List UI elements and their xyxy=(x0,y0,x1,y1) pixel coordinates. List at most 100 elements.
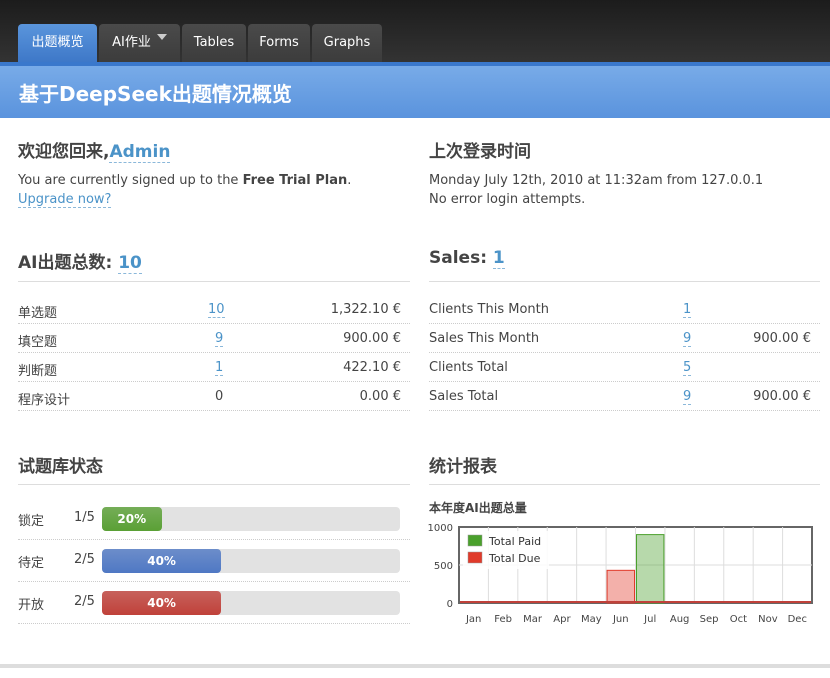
sales-count[interactable]: 1 xyxy=(492,248,505,269)
legend-swatch xyxy=(467,534,483,547)
x-tick-label: Apr xyxy=(553,614,571,625)
x-tick-label: Mar xyxy=(523,614,543,625)
x-tick-label: May xyxy=(581,614,602,625)
row-name: 程序设计 xyxy=(18,393,71,408)
plan-name: Free Trial Plan xyxy=(242,173,348,188)
status-row: 锁定 1/5 20% xyxy=(18,498,410,540)
ai-total-title: AI出题总数: xyxy=(18,253,113,273)
row-count-link[interactable]: 1 xyxy=(683,302,692,318)
status-fraction: 2/5 xyxy=(74,552,95,567)
x-tick-label: Feb xyxy=(494,614,512,625)
y-tick-label: 500 xyxy=(434,561,453,572)
row-count-link[interactable]: 9 xyxy=(215,331,224,347)
top-nav-bar: 出题概览 AI作业 Tables Forms Graphs xyxy=(0,0,830,62)
x-tick-label: Nov xyxy=(758,614,778,625)
upgrade-link[interactable]: Upgrade now? xyxy=(18,192,112,208)
user-link[interactable]: Admin xyxy=(109,142,171,163)
progress-track: 40% xyxy=(102,549,400,573)
legend-swatch xyxy=(467,551,483,564)
divider xyxy=(18,281,410,282)
plan-prefix: You are currently signed up to the xyxy=(18,173,243,188)
row-name: Clients This Month xyxy=(429,302,549,317)
row-name: Sales Total xyxy=(429,389,499,404)
x-tick-label: Aug xyxy=(670,614,690,625)
row-count-link[interactable]: 9 xyxy=(683,331,692,347)
table-row: 单选题 10 1,322.10 € xyxy=(18,295,410,324)
row-name: 判断题 xyxy=(18,364,58,379)
divider xyxy=(429,281,820,282)
row-name: 填空题 xyxy=(18,335,58,350)
status-row: 待定 2/5 40% xyxy=(18,540,410,582)
plan-suffix: . xyxy=(347,173,352,188)
ai-total-heading: AI出题总数: 10 xyxy=(18,248,142,274)
bar-chart: 0 500 1000 Jan Feb Mar Apr May Jun Jul Aug Sep Oct No… xyxy=(428,523,813,625)
row-amount: 900.00 € xyxy=(343,331,401,346)
x-tick-label: Jan xyxy=(465,614,481,625)
table-row: Sales This Month 9 900.00 € xyxy=(429,324,820,353)
status-row: 开放 2/5 40% xyxy=(18,582,410,624)
divider xyxy=(18,484,410,485)
row-amount: 1,322.10 € xyxy=(330,302,401,317)
progress-fill: 40% xyxy=(102,549,222,573)
tab-ai-homework-label: AI作业 xyxy=(112,35,151,50)
tab-graphs[interactable]: Graphs xyxy=(312,24,382,62)
chevron-down-icon xyxy=(156,33,167,40)
ai-total-count[interactable]: 10 xyxy=(118,253,142,274)
row-name: Sales This Month xyxy=(429,331,540,346)
x-tick-label: Jun xyxy=(612,614,629,625)
row-count-link[interactable]: 1 xyxy=(215,360,224,376)
row-amount: 0.00 € xyxy=(359,389,401,404)
row-amount: 900.00 € xyxy=(753,331,811,346)
welcome-heading: 欢迎您回来,Admin xyxy=(18,137,171,163)
report-heading: 统计报表 xyxy=(429,457,497,477)
tab-tables[interactable]: Tables xyxy=(182,24,246,62)
row-name: Clients Total xyxy=(429,360,508,375)
divider xyxy=(429,484,820,485)
table-row: Clients This Month 1 xyxy=(429,295,820,324)
legend-label: Total Due xyxy=(488,552,541,565)
row-count-link[interactable]: 10 xyxy=(208,302,225,318)
chart-bar xyxy=(606,569,635,604)
y-tick-label: 1000 xyxy=(428,523,453,534)
progress-track: 20% xyxy=(102,507,400,531)
status-label: 锁定 xyxy=(18,514,45,529)
status-label: 开放 xyxy=(18,598,45,613)
page-title: 基于DeepSeek出题情况概览 xyxy=(19,82,292,106)
table-row: 填空题 9 900.00 € xyxy=(18,324,410,353)
status-fraction: 1/5 xyxy=(74,510,95,525)
tab-ai-homework[interactable]: AI作业 xyxy=(99,24,180,62)
chart-title: 本年度AI出题总量 xyxy=(429,501,527,515)
progress-track: 40% xyxy=(102,591,400,615)
tab-overview[interactable]: 出题概览 xyxy=(18,24,97,62)
welcome-title: 欢迎您回来, xyxy=(18,142,110,162)
status-fraction: 2/5 xyxy=(74,594,95,609)
x-tick-label: Dec xyxy=(788,614,807,625)
table-row: 判断题 1 422.10 € xyxy=(18,353,410,382)
row-count-link[interactable]: 9 xyxy=(683,389,692,405)
row-count: 0 xyxy=(215,389,224,404)
table-row: Sales Total 9 900.00 € xyxy=(429,382,820,411)
chart-bar xyxy=(636,534,665,604)
footer-divider xyxy=(0,664,830,668)
row-amount: 900.00 € xyxy=(753,389,811,404)
last-login-info: Monday July 12th, 2010 at 11:32am from 1… xyxy=(429,173,764,188)
login-attempts-info: No error login attempts. xyxy=(429,192,586,207)
status-label: 待定 xyxy=(18,556,45,571)
legend-label: Total Paid xyxy=(488,535,541,548)
row-amount: 422.10 € xyxy=(343,360,401,375)
table-row: 程序设计 0 0.00 € xyxy=(18,382,410,411)
y-tick-label: 0 xyxy=(447,599,453,610)
progress-fill: 40% xyxy=(102,591,222,615)
x-tick-label: Sep xyxy=(700,614,719,625)
table-row: Clients Total 5 xyxy=(429,353,820,382)
x-tick-label: Jul xyxy=(643,614,656,625)
sales-heading: Sales: 1 xyxy=(429,248,505,269)
page-header: 基于DeepSeek出题情况概览 xyxy=(0,62,830,118)
bank-status-heading: 试题库状态 xyxy=(18,457,103,477)
row-count-link[interactable]: 5 xyxy=(683,360,692,376)
x-tick-label: Oct xyxy=(730,614,747,625)
row-name: 单选题 xyxy=(18,306,58,321)
last-login-heading: 上次登录时间 xyxy=(429,142,531,162)
plan-text: You are currently signed up to the Free … xyxy=(18,171,351,190)
tab-forms[interactable]: Forms xyxy=(248,24,310,62)
